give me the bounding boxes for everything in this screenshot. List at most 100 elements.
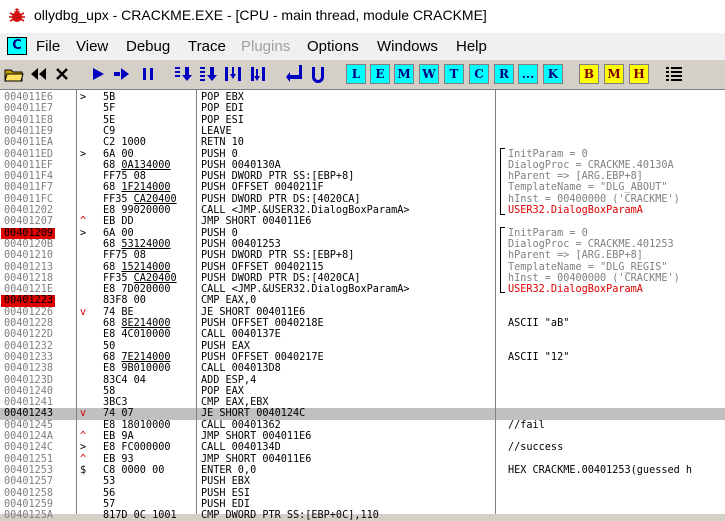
disasm-row[interactable]: 004011EF 68 0A134000 PUSH 0040130A DialogPr…	[0, 160, 725, 171]
menu-debug[interactable]: Debug	[126, 38, 170, 55]
toolbar: L E M W T C R ... K B M H	[0, 60, 725, 90]
run-thread-icon[interactable]	[112, 64, 132, 84]
memory-breakpoints-button[interactable]: M	[604, 64, 624, 84]
disasm-row[interactable]: 00401223 83F8 00 CMP EAX,0	[0, 295, 725, 307]
disasm-row[interactable]: 00401226 v 74 BE JE SHORT 004011E6	[0, 307, 725, 318]
instruction-cell: CALL <JMP.&USER32.DialogBoxParamA>	[201, 284, 410, 296]
disasm-row[interactable]: 0040121E E8 7D020000 CALL <JMP.&USER32.Dia…	[0, 284, 725, 295]
disasm-row[interactable]: 00401253 $ C8 0000 00 ENTER 0,0 HEX CRACKME.…	[0, 465, 725, 476]
jump-marker: >	[80, 92, 87, 103]
disasm-row[interactable]: 00401259 57 PUSH EDI	[0, 499, 725, 510]
disasm-row[interactable]: 00401257 53 PUSH EBX	[0, 476, 725, 487]
list-icon[interactable]	[664, 64, 684, 84]
disasm-row[interactable]: 0040123D 83C4 04 ADD ESP,4	[0, 375, 725, 386]
trace-into-icon[interactable]	[223, 64, 243, 84]
address-cell: 00401258	[4, 487, 54, 499]
disasm-row[interactable]: 00401241 3BC3 CMP EAX,EBX	[0, 397, 725, 408]
instruction-cell: CALL 0040137E	[201, 329, 281, 341]
instruction-cell: PUSH OFFSET 0040217E	[201, 351, 324, 363]
hex-dump-cell: C2 1000	[103, 137, 146, 149]
address-cell: 004011EF	[4, 159, 54, 171]
disasm-row[interactable]: 00401251 ^ EB 93 JMP SHORT 004011E6	[0, 454, 725, 465]
instruction-cell: CALL <JMP.&USER32.DialogBoxParamA>	[201, 205, 410, 216]
trace-over-icon[interactable]	[249, 64, 269, 84]
breakpoints-window-button[interactable]: B	[579, 64, 599, 84]
disasm-row[interactable]: 00401202 E8 99020000 CALL <JMP.&USER32.Dia…	[0, 205, 725, 216]
disasm-row[interactable]: 0040125A 817D 0C 1001 CMP DWORD PTR SS:[EB…	[0, 510, 725, 521]
address-cell: 004011F4	[4, 171, 54, 183]
comment-cell: DialogProc = CRACKME.401253	[508, 238, 674, 250]
address-cell: 0040123D	[4, 374, 54, 386]
address-cell: 00401241	[4, 397, 54, 409]
hex-dump-cell: 6A 00	[103, 148, 134, 160]
disasm-row[interactable]: 00401245 E8 18010000 CALL 00401362 //fail	[0, 420, 725, 431]
open-icon[interactable]	[4, 64, 24, 84]
disasm-row[interactable]: 004011E7 5F POP EDI	[0, 103, 725, 114]
jump-marker: >	[80, 227, 87, 239]
threads-window-button[interactable]: T	[444, 64, 464, 84]
execute-till-return-icon[interactable]	[284, 64, 304, 84]
disasm-row[interactable]: 00401218 FF35 CA20400 PUSH DWORD PTR DS:[4…	[0, 273, 725, 284]
run-trace-window-button[interactable]: ...	[518, 64, 538, 84]
instruction-cell: ENTER 0,0	[201, 464, 257, 476]
cpu-toolbar-button[interactable]: C	[469, 64, 489, 84]
references-window-button[interactable]: R	[494, 64, 514, 84]
call-stack-window-button[interactable]: K	[543, 64, 563, 84]
disasm-row[interactable]: 00401210 FF75 08 PUSH DWORD PTR SS:[EBP+8]…	[0, 250, 725, 261]
windows-window-button[interactable]: W	[419, 64, 439, 84]
hex-dump-cell: 5F	[103, 103, 116, 115]
hex-dump-cell: EB 93	[103, 453, 134, 465]
disasm-row[interactable]: 004011EA C2 1000 RETN 10	[0, 137, 725, 148]
hex-dump-cell: 6A 00	[103, 227, 134, 239]
disasm-row[interactable]: 00401213 68 15214000 PUSH OFFSET 00402115 T…	[0, 262, 725, 273]
disasm-row[interactable]: 0040122D E8 4C010000 CALL 0040137E	[0, 329, 725, 340]
menu-trace[interactable]: Trace	[188, 38, 226, 55]
disasm-row[interactable]: 00401238 E8 9B010000 CALL 004013D8	[0, 363, 725, 374]
comment-bracket	[500, 288, 505, 293]
breakpoint-address: 00401223	[1, 295, 56, 307]
menu-options[interactable]: Options	[307, 38, 359, 55]
step-into-icon[interactable]	[173, 64, 193, 84]
disasm-row[interactable]: 0040124A ^ EB 9A JMP SHORT 004011E6	[0, 431, 725, 442]
menu-view[interactable]: View	[76, 38, 108, 55]
disasm-row[interactable]: 0040124C > E8 FC000000 CALL 0040134D //succe…	[0, 442, 725, 453]
disasm-row[interactable]: 00401228 68 8E214000 PUSH OFFSET 0040218E A…	[0, 318, 725, 329]
disasm-row[interactable]: 00401240 58 POP EAX	[0, 386, 725, 397]
execute-till-user-code-icon[interactable]	[308, 64, 328, 84]
restart-icon[interactable]	[28, 64, 48, 84]
cpu-disassembly-pane[interactable]: 004011E6 >5B POP EBX 004011E7 5F POP EDI 00401…	[0, 90, 725, 521]
disasm-row[interactable]: 00401243 v 74 07 JE SHORT 0040124C	[0, 408, 725, 420]
disasm-row[interactable]: 004011E6 >5B POP EBX	[0, 92, 725, 103]
disasm-row[interactable]: 004011E9 C9 LEAVE	[0, 126, 725, 137]
hardware-breakpoints-button[interactable]: H	[629, 64, 649, 84]
run-icon[interactable]	[88, 64, 108, 84]
disasm-row[interactable]: 00401207 ^ EB DD JMP SHORT 004011E6	[0, 216, 725, 227]
menu-windows[interactable]: Windows	[377, 38, 438, 55]
menu-plugins[interactable]: Plugins	[241, 38, 290, 55]
menu-file[interactable]: File	[36, 38, 60, 55]
instruction-cell: PUSH EBX	[201, 476, 251, 488]
disasm-row[interactable]: 004011FC FF35 CA20400 PUSH DWORD PTR DS:[4…	[0, 194, 725, 205]
disasm-row[interactable]: 004011F7 68 1F214000 PUSH OFFSET 0040211F T…	[0, 182, 725, 193]
menu-help[interactable]: Help	[456, 38, 487, 55]
disasm-row[interactable]: 004011ED >6A 00 PUSH 0 InitParam = 0	[0, 149, 725, 160]
modules-window-button[interactable]: E	[370, 64, 390, 84]
disasm-row[interactable]: 00401258 56 PUSH ESI	[0, 488, 725, 499]
cpu-window-button[interactable]: C	[7, 37, 27, 55]
close-icon[interactable]	[52, 64, 72, 84]
hex-dump-cell: 817D 0C 1001	[103, 510, 177, 521]
memory-window-button[interactable]: M	[394, 64, 414, 84]
step-over-icon[interactable]	[198, 64, 218, 84]
disasm-row[interactable]: 00401233 68 7E214000 PUSH OFFSET 0040217E A…	[0, 352, 725, 363]
disasm-row[interactable]: 004011E8 5E POP ESI	[0, 115, 725, 126]
column-divider	[196, 90, 197, 514]
log-window-button[interactable]: L	[346, 64, 366, 84]
instruction-cell: CMP EAX,EBX	[201, 397, 269, 409]
disasm-row[interactable]: 0040120B 68 53124000 PUSH 00401253 DialogPr…	[0, 239, 725, 250]
address-cell: 00401243	[4, 408, 54, 420]
pause-icon[interactable]	[138, 64, 158, 84]
disasm-row[interactable]: 00401232 50 PUSH EAX	[0, 341, 725, 352]
disasm-row[interactable]: 00401209 >6A 00 PUSH 0 InitParam = 0	[0, 227, 725, 239]
instruction-cell: JMP SHORT 004011E6	[201, 431, 312, 442]
disasm-row[interactable]: 004011F4 FF75 08 PUSH DWORD PTR SS:[EBP+8]…	[0, 171, 725, 182]
